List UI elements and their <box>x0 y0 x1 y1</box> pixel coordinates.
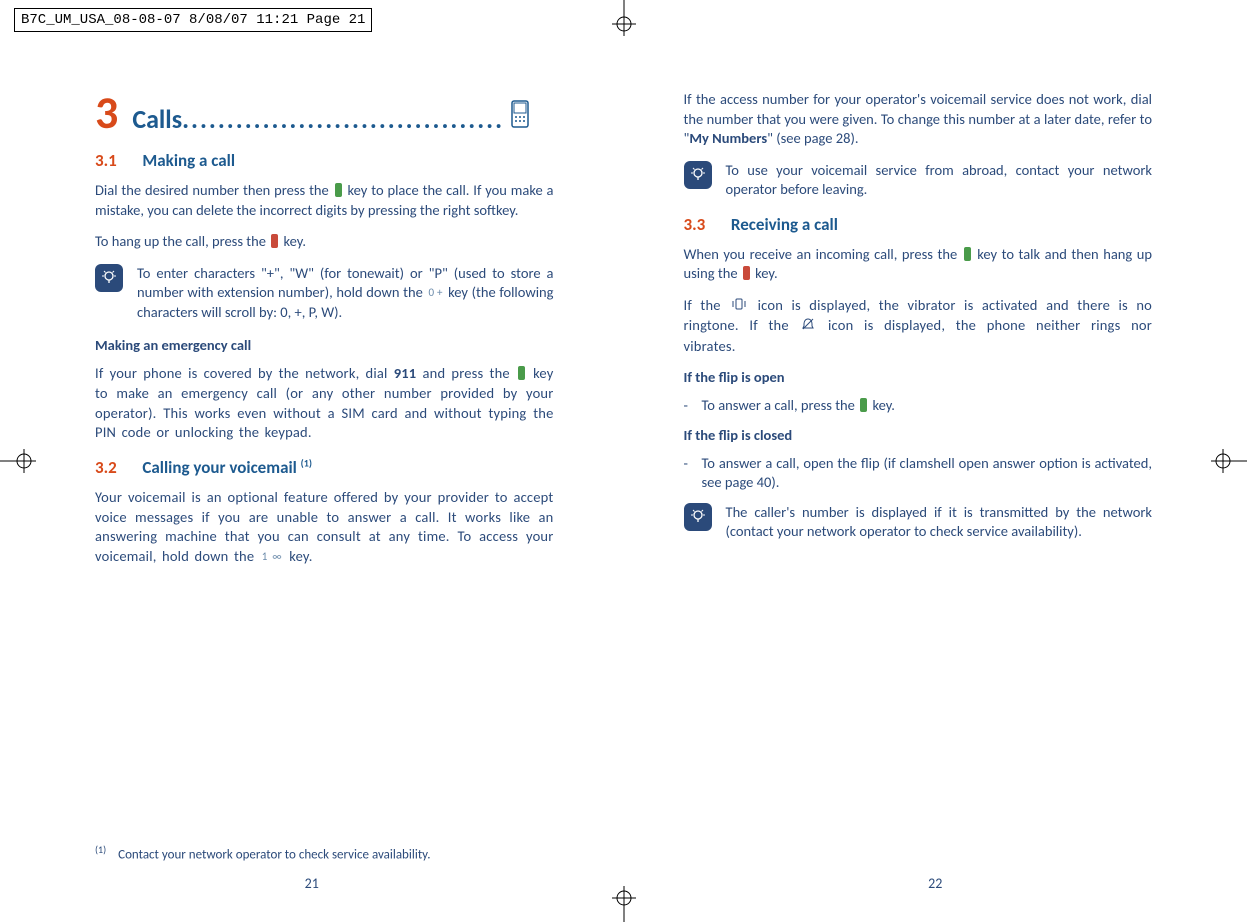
list-item: - To answer a call, open the flip (if cl… <box>684 454 1153 493</box>
body-text: Dial the desired number then press the k… <box>95 181 554 220</box>
phone-icon <box>510 100 530 133</box>
one-key-label: 1 ∞ <box>262 550 282 563</box>
section-title: Making a call <box>142 150 235 171</box>
section-3-1-heading: 3.1 Making a call <box>95 150 554 171</box>
tip-text: The caller's number is displayed if it i… <box>726 503 1153 542</box>
chapter-heading: 3 Calls ................................… <box>95 90 554 136</box>
call-key-icon <box>860 398 867 412</box>
flip-open-heading: If the flip is open <box>684 368 1153 386</box>
page-number: 22 <box>928 875 942 892</box>
chapter-number: 3 <box>95 90 118 136</box>
body-text: If the access number for your operator's… <box>684 90 1153 149</box>
body-text: When you receive an incoming call, press… <box>684 245 1153 284</box>
page-number: 21 <box>305 875 319 892</box>
lightbulb-icon <box>95 264 123 292</box>
lightbulb-icon <box>684 161 712 189</box>
section-number: 3.2 <box>95 457 117 478</box>
crop-mark-top <box>604 0 644 40</box>
body-text: To hang up the call, press the key. <box>95 232 554 252</box>
tip-text: To use your voicemail service from abroa… <box>726 161 1153 200</box>
tip-note: To enter characters "+", "W" (for tonewa… <box>95 264 554 323</box>
section-title: Calling your voicemail (1) <box>142 457 312 478</box>
section-number: 3.3 <box>684 214 706 235</box>
page-right: If the access number for your operator's… <box>624 80 1247 922</box>
footnote: (1)Contact your network operator to chec… <box>95 843 554 862</box>
list-item: - To answer a call, press the key. <box>684 396 1153 416</box>
zero-key-label: 0 + <box>429 286 443 299</box>
end-key-icon <box>743 266 750 280</box>
section-3-3-heading: 3.3 Receiving a call <box>684 214 1153 235</box>
silent-icon <box>801 317 815 337</box>
vibrate-icon <box>731 297 747 317</box>
flip-closed-heading: If the flip is closed <box>684 426 1153 444</box>
tip-text: To enter characters "+", "W" (for tonewa… <box>137 264 554 323</box>
chapter-dots: .................................... <box>182 103 504 135</box>
tip-note: The caller's number is displayed if it i… <box>684 503 1153 542</box>
tip-note: To use your voicemail service from abroa… <box>684 161 1153 200</box>
call-key-icon <box>964 247 971 261</box>
lightbulb-icon <box>684 503 712 531</box>
call-key-icon <box>518 366 525 380</box>
emergency-heading: Making an emergency call <box>95 336 554 354</box>
section-title: Receiving a call <box>731 214 838 235</box>
chapter-title: Calls <box>132 103 182 135</box>
body-text: Your voicemail is an optional feature of… <box>95 488 554 566</box>
section-3-2-heading: 3.2 Calling your voicemail (1) <box>95 457 554 479</box>
body-text: If the icon is displayed, the vibrator i… <box>684 296 1153 356</box>
page-left: 3 Calls ................................… <box>0 80 624 922</box>
call-key-icon <box>335 183 342 197</box>
body-text: If your phone is covered by the network,… <box>95 364 554 442</box>
end-key-icon <box>271 234 278 248</box>
section-number: 3.1 <box>95 150 117 171</box>
print-proof-header: B7C_UM_USA_08-08-07 8/08/07 11:21 Page 2… <box>14 8 372 32</box>
